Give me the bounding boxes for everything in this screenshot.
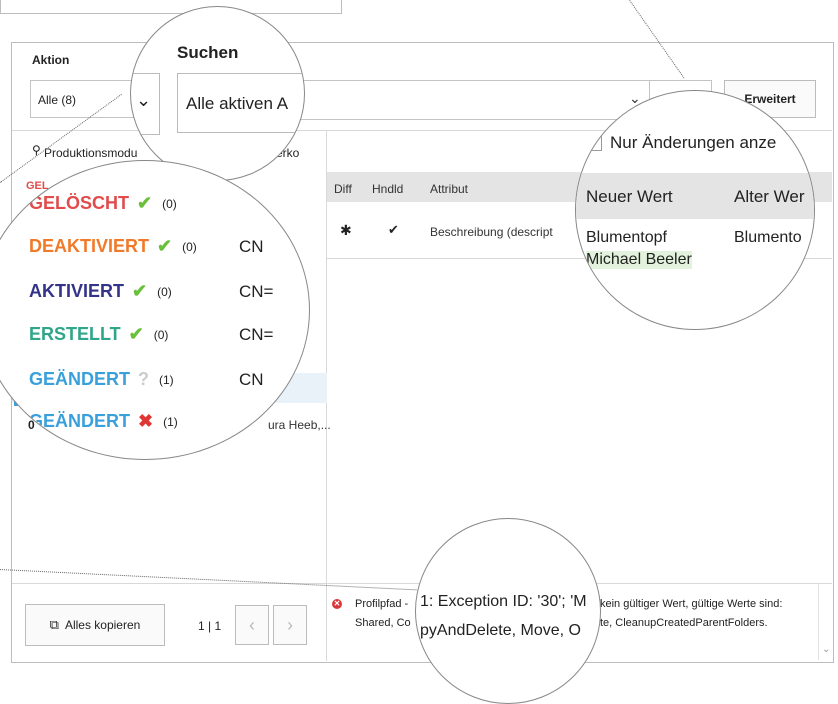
magnifier-values: Nur Änderungen anze Neuer Wert Alter Wer… bbox=[575, 90, 815, 330]
legend-label: ERSTELLT bbox=[29, 324, 121, 344]
legend-count: (0) bbox=[157, 284, 172, 299]
error-scrollbar[interactable]: ⌄ bbox=[818, 584, 832, 660]
mag-search-field: Alle aktiven A bbox=[177, 73, 304, 133]
legend-label: DEAKTIVIERT bbox=[29, 236, 150, 256]
mag-search-value: Alle aktiven A bbox=[186, 94, 289, 113]
legend-geloescht: GELÖSCHT ✔ (0) bbox=[29, 193, 177, 214]
error-zoom-line1: 1: Exception ID: '30'; 'M bbox=[420, 593, 587, 610]
scroll-down-icon[interactable]: ⌄ bbox=[822, 644, 830, 655]
check-icon: ✔ bbox=[157, 236, 173, 256]
list-first-row[interactable]: Produktionsmodu bbox=[44, 146, 137, 160]
mag-aktion-dropdown: ⌄ bbox=[131, 73, 160, 135]
copy-icon: ⧉ bbox=[49, 617, 59, 632]
col-hndld-header[interactable]: Hndld bbox=[372, 182, 403, 196]
error-line2-end: te, CleanupCreatedParentFolders. bbox=[600, 617, 768, 629]
legend-cn-text: CN= bbox=[239, 282, 274, 301]
legend-cn-text: CN bbox=[239, 237, 264, 256]
legend-count: (0) bbox=[153, 327, 169, 342]
cross-icon: ✖ bbox=[138, 411, 154, 431]
legend-deaktiviert: DEAKTIVIERT ✔ (0) bbox=[29, 236, 197, 257]
legend-label: GELÖSCHT bbox=[29, 193, 130, 213]
attribut-cell[interactable]: Beschreibung (descript bbox=[430, 225, 553, 239]
nur-aenderungen-checkbox bbox=[586, 135, 602, 151]
alles-kopieren-label: Alles kopieren bbox=[64, 618, 141, 632]
magnifier-search: Suchen ⌄ Alle aktiven A bbox=[130, 6, 305, 181]
legend-label: AKTIVIERT bbox=[29, 281, 125, 301]
aktion-label: Aktion bbox=[32, 53, 70, 67]
chevron-down-icon: ⌄ bbox=[136, 90, 152, 110]
error-line2-start: Shared, Co bbox=[355, 617, 411, 629]
error-line1-start: Profilpfad - bbox=[355, 598, 409, 610]
magnifier-error: 1: Exception ID: '30'; 'M pyAndDelete, M… bbox=[415, 518, 601, 704]
legend-count: (1) bbox=[159, 372, 174, 387]
legend-cn-text: CN= bbox=[239, 325, 274, 344]
alles-kopieren-button[interactable]: ⧉ Alles kopieren bbox=[25, 604, 165, 646]
alter-wert-value: Blumento bbox=[734, 229, 802, 246]
mag-suchen-label: Suchen bbox=[177, 43, 239, 62]
error-icon: ✕ bbox=[332, 599, 342, 609]
legend-label: GEÄNDERT bbox=[29, 369, 131, 389]
diff-asterisk-icon: ✱ bbox=[340, 222, 352, 238]
legend-count: (1) bbox=[163, 414, 178, 429]
legend-aktiviert: AKTIVIERT ✔ (0) bbox=[29, 281, 172, 302]
col-alter-wert-header: Alter Wer bbox=[734, 187, 805, 206]
legend-label: GEÄNDERT bbox=[29, 411, 131, 431]
nur-aenderungen-label: Nur Änderungen anze bbox=[610, 133, 777, 152]
legend-cn-text: CN bbox=[239, 370, 264, 389]
neuer-wert-line2: Michael Beeler bbox=[586, 251, 692, 269]
next-page-button[interactable]: › bbox=[273, 605, 307, 645]
check-icon: ✔ bbox=[132, 281, 148, 301]
col-diff-header[interactable]: Diff bbox=[334, 182, 352, 196]
legend-geaendert-unknown: GEÄNDERT ? (1) bbox=[29, 369, 174, 390]
col-attribut-header[interactable]: Attribut bbox=[430, 182, 468, 196]
check-icon: ✔ bbox=[128, 324, 144, 344]
check-icon: ✔ bbox=[388, 222, 399, 237]
list-row-tail[interactable]: ura Heeb,... bbox=[268, 418, 331, 432]
page-indicator: 1 | 1 bbox=[198, 619, 222, 633]
check-icon: ✔ bbox=[137, 193, 153, 213]
legend-count: (0) bbox=[182, 239, 197, 254]
aktion-value: Alle (8) bbox=[38, 93, 77, 107]
error-zoom-line2: pyAndDelete, Move, O bbox=[420, 622, 581, 639]
col-neuer-wert-header: Neuer Wert bbox=[586, 187, 673, 206]
top-panel-fragment bbox=[0, 0, 342, 14]
neuer-wert-line1: Blumentopf bbox=[586, 229, 667, 246]
legend-geaendert-error: GEÄNDERT ✖ (1) bbox=[29, 411, 178, 432]
prev-page-button[interactable]: ‹ bbox=[235, 605, 269, 645]
legend-count: (0) bbox=[162, 196, 177, 211]
question-icon: ? bbox=[138, 369, 150, 389]
legend-erstellt: ERSTELLT ✔ (0) bbox=[29, 324, 168, 345]
error-line1-end: kein gültiger Wert, gültige Werte sind: bbox=[600, 598, 783, 610]
